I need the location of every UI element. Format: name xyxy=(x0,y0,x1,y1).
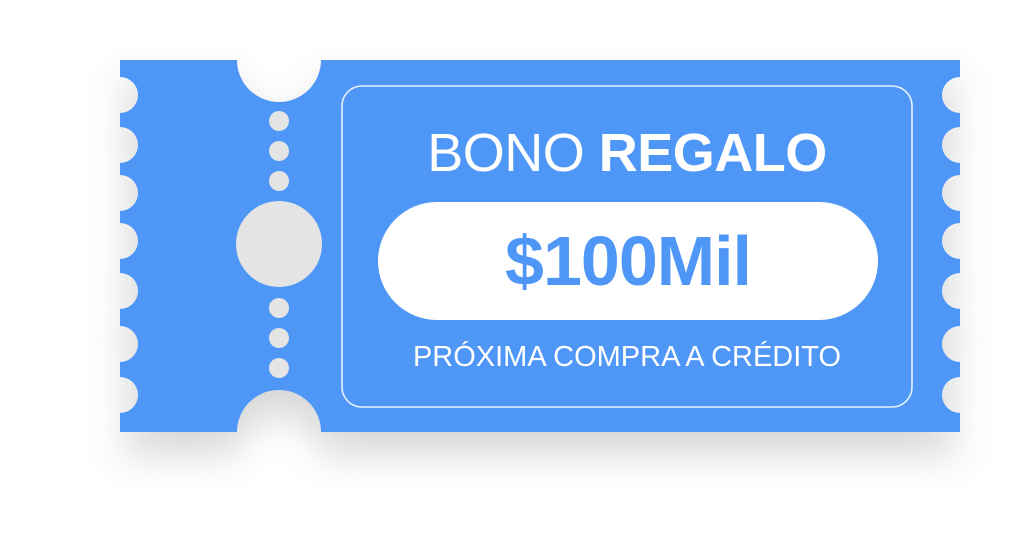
gift-voucher: BONO REGALO $100Mil PRÓXIMA COMPRA A CRÉ… xyxy=(0,0,1020,552)
title-bold: REGALO xyxy=(598,123,828,183)
voucher-subtitle: PRÓXIMA COMPRA A CRÉDITO xyxy=(412,341,842,373)
perforation-dot xyxy=(269,298,289,318)
perforation-center-hole xyxy=(236,201,322,287)
perforation-dot xyxy=(269,328,289,348)
perforation-dot xyxy=(269,171,289,191)
amount-pill: $100Mil xyxy=(378,202,878,320)
perforation-dot xyxy=(269,141,289,161)
voucher-amount: $100Mil xyxy=(505,222,752,300)
perforation-dot xyxy=(269,358,289,378)
title-light: BONO xyxy=(427,123,585,183)
perforation-dot xyxy=(269,111,289,131)
voucher-title: BONO REGALO xyxy=(342,118,912,188)
